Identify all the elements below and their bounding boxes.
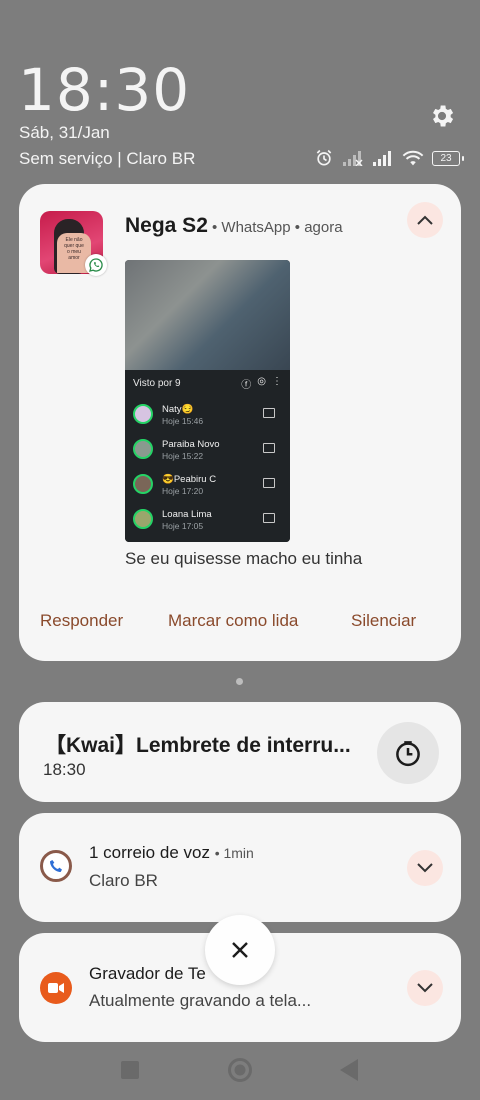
battery-indicator: 23	[432, 150, 464, 166]
recorder-app-icon	[40, 972, 72, 1004]
message-icon	[263, 478, 275, 488]
signal-off-icon	[343, 151, 363, 166]
dismiss-all-button[interactable]	[205, 915, 275, 985]
instagram-icon: ◎	[257, 376, 266, 387]
kwai-notification[interactable]: 【Kwai】Lembrete de interru... 18:30	[19, 702, 461, 802]
viewers-panel: Visto por 9 ⓕ ◎ ⋮ Naty😏 Hoje 15:46 Parai…	[125, 370, 290, 542]
close-icon	[232, 942, 248, 958]
carrier-label: Sem serviço | Claro BR	[19, 149, 196, 168]
mute-button[interactable]: Silenciar	[351, 611, 416, 631]
date-label: Sáb, 31/Jan	[19, 123, 110, 142]
chevron-down-icon	[417, 863, 433, 873]
mark-read-button[interactable]: Marcar como lida	[168, 611, 298, 631]
phone-app-icon	[40, 850, 72, 882]
voicemail-title-line: 1 correio de voz • 1min	[89, 843, 254, 863]
message-icon	[263, 513, 275, 523]
whatsapp-icon	[85, 254, 107, 276]
phone-icon	[50, 860, 62, 872]
message-icon	[263, 408, 275, 418]
signal-icon	[373, 151, 391, 166]
voicemail-meta: • 1min	[214, 845, 254, 861]
preview-photo	[125, 260, 290, 370]
voicemail-subtitle: Claro BR	[89, 871, 158, 890]
recorder-subtitle: Atualmente gravando a tela...	[89, 991, 312, 1010]
expand-button[interactable]	[407, 970, 443, 1006]
kwai-title: 【Kwai】Lembrete de interru...	[45, 734, 351, 757]
status-icons: 23	[314, 147, 464, 169]
message-text: Se eu quisesse macho eu tinha	[125, 549, 363, 568]
clock-time: 18:30	[18, 56, 191, 124]
notification-meta: • WhatsApp • agora	[212, 219, 343, 236]
back-button[interactable]	[338, 1057, 360, 1083]
voicemail-title: 1 correio de voz	[89, 843, 210, 862]
kwai-time: 18:30	[43, 760, 86, 779]
voicemail-notification[interactable]: 1 correio de voz • 1min Claro BR	[19, 813, 461, 922]
whatsapp-notification[interactable]: Ele não quer que o meu amor Nega S2 • Whats…	[19, 184, 461, 661]
wifi-icon	[402, 150, 424, 166]
reply-button[interactable]: Responder	[40, 611, 123, 631]
more-icon: ⋮	[272, 376, 282, 387]
status-preview-image[interactable]: Visto por 9 ⓕ ◎ ⋮ Naty😏 Hoje 15:46 Parai…	[125, 260, 290, 542]
seen-by-label: Visto por 9	[133, 378, 181, 389]
viewer-row: Loana Lima Hoje 17:05	[133, 507, 283, 535]
gear-icon[interactable]	[428, 102, 456, 130]
recents-button[interactable]	[121, 1061, 139, 1079]
viewer-row: Paraiba Novo Hoje 15:22	[133, 437, 283, 465]
video-camera-icon	[48, 983, 64, 993]
alarm-icon	[316, 149, 332, 166]
collapse-button[interactable]	[407, 202, 443, 238]
navigation-bar	[0, 1044, 480, 1100]
viewer-row: 😎Peabiru C Hoje 17:20	[133, 472, 283, 500]
chevron-up-icon	[417, 215, 433, 225]
message-icon	[263, 443, 275, 453]
panel-icons: ⓕ ◎ ⋮	[241, 376, 282, 391]
facebook-icon: ⓕ	[241, 380, 252, 391]
clock-icon	[396, 741, 420, 767]
sender-name: Nega S2	[125, 214, 208, 237]
chevron-down-icon	[417, 983, 433, 993]
recorder-title: Gravador de Te	[89, 964, 206, 983]
home-button[interactable]	[227, 1057, 253, 1083]
snooze-button[interactable]	[377, 722, 439, 784]
notification-actions: Responder Marcar como lida Silenciar	[19, 611, 461, 635]
page-indicator	[236, 678, 243, 685]
expand-button[interactable]	[407, 850, 443, 886]
viewer-row: Naty😏 Hoje 15:46	[133, 402, 283, 430]
